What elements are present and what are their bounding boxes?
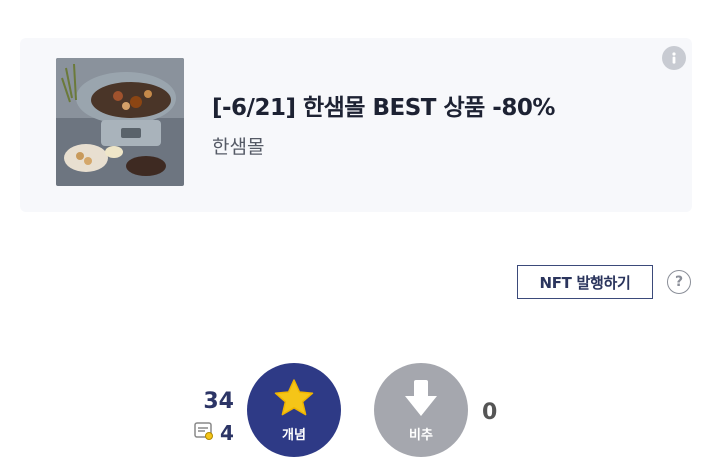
fixed-upvote-icon — [194, 422, 214, 444]
arrow-down-icon — [405, 379, 437, 416]
upvote-count: 34 — [203, 389, 234, 414]
downvote-button[interactable]: 비추 — [374, 363, 468, 457]
fixed-upvote-row: 4 — [194, 421, 234, 445]
ad-brand[interactable]: 한샘몰 — [212, 132, 264, 159]
info-icon[interactable] — [662, 46, 686, 70]
downvote-label: 비추 — [409, 427, 433, 443]
upvote-label: 개념 — [282, 427, 306, 443]
upvote-button[interactable]: 개념 — [247, 363, 341, 457]
fixed-upvote-count: 4 — [220, 421, 234, 445]
product-image — [56, 58, 184, 186]
nft-issue-button[interactable]: NFT 발행하기 — [517, 265, 653, 299]
star-icon — [274, 378, 314, 415]
downvote-count: 0 — [482, 400, 498, 425]
help-icon[interactable]: ? — [667, 270, 691, 294]
ad-banner[interactable]: [-6/21] 한샘몰 BEST 상품 -80% 한샘몰 — [20, 38, 692, 212]
ad-thumbnail[interactable] — [56, 58, 184, 186]
ad-title[interactable]: [-6/21] 한샘몰 BEST 상품 -80% — [212, 88, 555, 122]
